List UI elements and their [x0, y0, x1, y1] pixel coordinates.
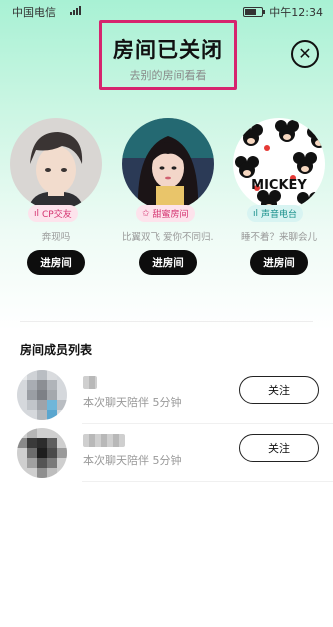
section-divider [20, 321, 313, 322]
member-name-obscured [83, 376, 97, 389]
page-subtitle: 去别的房间看看 [129, 69, 207, 82]
room-closed-header: 房间已关闭 去别的房间看看 [99, 20, 237, 90]
room-card[interactable]: ✩ 甜蜜房间 比翼双飞 爱你不同归... 进房间 [122, 118, 218, 283]
room-avatar [122, 118, 214, 210]
signal-icon [70, 5, 81, 15]
close-button[interactable]: ✕ [291, 40, 319, 68]
battery-icon [243, 7, 266, 17]
status-bar: 中国电信 中午12:34 [0, 0, 333, 22]
room-card[interactable]: MICKEY ıl 声音电台 睡不着？来聊会儿 进房间 [233, 118, 329, 283]
enter-room-button[interactable]: 进房间 [250, 250, 308, 275]
clock: 中午12:34 [269, 6, 323, 19]
member-chat-duration: 本次聊天陪伴 5分钟 [83, 396, 182, 409]
enter-room-button[interactable]: 进房间 [139, 250, 197, 275]
follow-button[interactable]: 关注 [239, 376, 319, 404]
members-section-title: 房间成员列表 [20, 343, 93, 357]
row-divider [82, 481, 333, 482]
follow-button[interactable]: 关注 [239, 434, 319, 462]
room-tag: ıl CP交友 [28, 205, 78, 222]
avatar[interactable] [17, 428, 67, 478]
room-description: 奔现吗 [41, 232, 71, 243]
room-tag: ✩ 甜蜜房间 [136, 205, 195, 222]
room-card[interactable]: ıl CP交友 奔现吗 进房间 [10, 118, 106, 283]
sound-bars-icon: ıl [34, 208, 40, 219]
row-divider [82, 423, 333, 424]
carrier-label: 中国电信 [12, 6, 56, 19]
room-avatar [10, 118, 102, 210]
member-chat-duration: 本次聊天陪伴 5分钟 [83, 454, 182, 467]
star-icon: ✩ [142, 208, 150, 219]
avatar[interactable] [17, 370, 67, 420]
close-icon: ✕ [298, 44, 312, 63]
room-avatar: MICKEY [233, 118, 325, 210]
list-item: 本次聊天陪伴 5分钟 关注 [0, 368, 333, 424]
room-description: 比翼双飞 爱你不同归... [122, 232, 214, 243]
room-description: 睡不着？来聊会儿 [240, 232, 317, 243]
enter-room-button[interactable]: 进房间 [27, 250, 85, 275]
room-tag: ıl 声音电台 [247, 205, 304, 222]
member-name-obscured [83, 434, 125, 447]
svg-text:MICKEY: MICKEY [251, 178, 307, 193]
list-item: 本次聊天陪伴 5分钟 关注 [0, 426, 333, 482]
page-title: 房间已关闭 [113, 38, 223, 62]
sound-bars-icon: ıl [253, 208, 259, 219]
